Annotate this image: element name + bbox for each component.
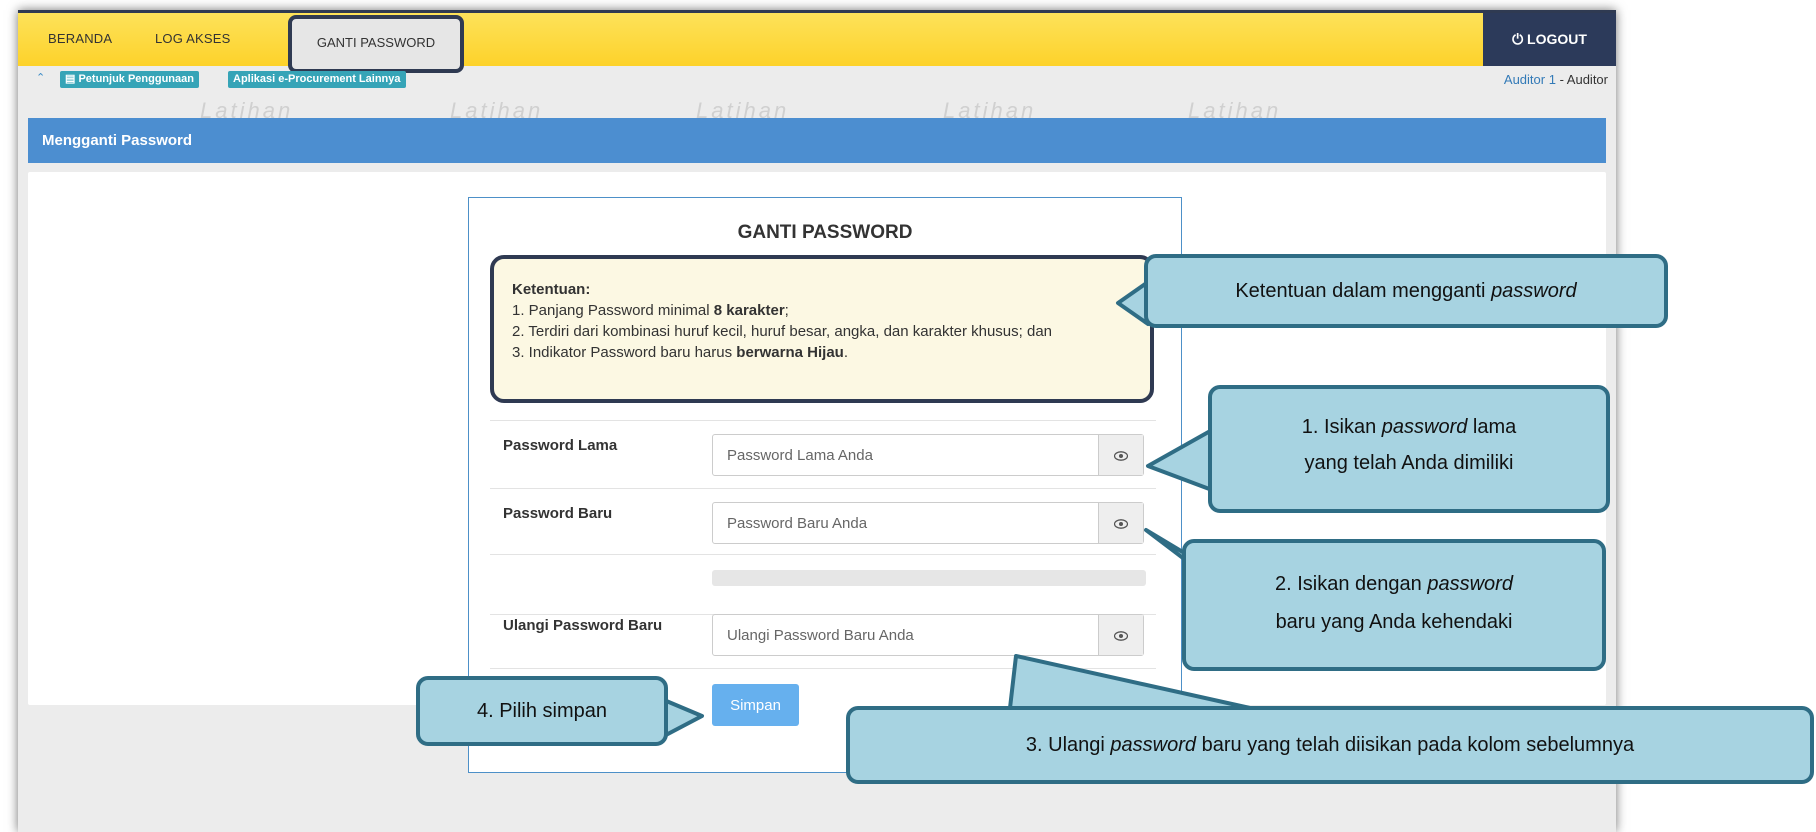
ulangi-password-input[interactable] bbox=[713, 615, 1131, 655]
card-title: GANTI PASSWORD bbox=[737, 222, 913, 243]
callout-pilih-simpan: 4. Pilih simpan bbox=[416, 676, 668, 746]
ketentuan-item-3: 3. Indikator Password baru harus berwarn… bbox=[512, 342, 1132, 363]
user-name-link[interactable]: Auditor 1 bbox=[1504, 72, 1556, 87]
ketentuan-title-text: Ketentuan: bbox=[512, 281, 591, 298]
logout-label: LOGOUT bbox=[1527, 31, 1587, 47]
callout-ketentuan: Ketentuan dalam mengganti password bbox=[1144, 254, 1668, 328]
ketentuan-item-3-bold: berwarna Hijau bbox=[736, 344, 844, 361]
divider bbox=[490, 668, 1156, 669]
callout-3-italic: password bbox=[1110, 734, 1197, 756]
chevron-up-icon[interactable]: ⌃ bbox=[36, 71, 45, 84]
user-separator: - bbox=[1555, 72, 1567, 87]
divider bbox=[490, 554, 1156, 555]
user-info: Auditor 1 - Auditor bbox=[1504, 72, 1608, 87]
callout-1-line2: yang telah Anda dimiliki bbox=[1304, 452, 1514, 474]
nav-log-akses[interactable]: LOG AKSES bbox=[155, 31, 231, 46]
callout-3-text-a: 3. Ulangi bbox=[1025, 734, 1111, 756]
nav-beranda[interactable]: BERANDA bbox=[48, 31, 112, 46]
ketentuan-notice: Ketentuan: 1. Panjang Password minimal 8… bbox=[490, 255, 1154, 403]
callout-2-italic: password bbox=[1427, 573, 1513, 595]
callout-2-line1: 2. Isikan dengan password bbox=[1186, 565, 1602, 603]
callout-password-lama: 1. Isikan password lama yang telah Anda … bbox=[1208, 385, 1610, 513]
callout-ketentuan-text: Ketentuan dalam mengganti bbox=[1235, 280, 1492, 302]
ulangi-password-label: Ulangi Password Baru bbox=[503, 617, 663, 634]
ketentuan-item-1: 1. Panjang Password minimal 8 karakter; bbox=[512, 300, 1132, 321]
nav-ganti-password[interactable]: GANTI PASSWORD bbox=[288, 15, 464, 73]
callout-2-text-a: 2. Isikan dengan bbox=[1275, 573, 1428, 595]
password-baru-field bbox=[712, 502, 1144, 544]
callout-1-text-a: 1. Isikan bbox=[1301, 416, 1382, 438]
password-strength-indicator bbox=[712, 570, 1146, 586]
callout-1-line1: 1. Isikan password lama bbox=[1212, 409, 1606, 445]
sub-toolbar: ⌃ ▤ Petunjuk Penggunaan Aplikasi e-Procu… bbox=[18, 66, 1616, 90]
book-icon: ▤ bbox=[65, 73, 76, 85]
password-baru-label: Password Baru bbox=[503, 505, 613, 522]
show-password-lama-eye-icon[interactable] bbox=[1098, 435, 1143, 475]
callout-2-line2: baru yang Anda kehendaki bbox=[1275, 611, 1513, 633]
power-icon: ⏻ bbox=[1512, 31, 1524, 47]
divider bbox=[490, 420, 1156, 421]
callout-password-baru: 2. Isikan dengan password baru yang Anda… bbox=[1182, 539, 1606, 671]
ketentuan-item-2: 2. Terdiri dari kombinasi huruf kecil, h… bbox=[512, 323, 1053, 340]
password-baru-input[interactable] bbox=[713, 503, 1131, 543]
ulangi-password-field bbox=[712, 614, 1144, 656]
password-lama-label: Password Lama bbox=[503, 437, 618, 454]
callout-ulangi-password: 3. Ulangi password baru yang telah diisi… bbox=[846, 706, 1814, 784]
callout-ketentuan-italic: password bbox=[1491, 280, 1577, 302]
callout-1-italic: password bbox=[1381, 416, 1468, 438]
show-password-baru-eye-icon[interactable] bbox=[1098, 503, 1143, 543]
ketentuan-item-1-text: 1. Panjang Password minimal bbox=[512, 302, 714, 319]
show-ulangi-password-eye-icon[interactable] bbox=[1098, 615, 1143, 655]
nav-ganti-password-label: GANTI PASSWORD bbox=[316, 35, 436, 50]
password-lama-field bbox=[712, 434, 1144, 476]
logout-button[interactable]: ⏻ LOGOUT bbox=[1483, 13, 1616, 66]
ketentuan-item-1-end: ; bbox=[784, 302, 789, 319]
ketentuan-item-3-end: . bbox=[843, 344, 849, 361]
callout-1-text-b: lama bbox=[1467, 416, 1517, 438]
callout-3-text-b: baru yang telah diisikan pada kolom sebe… bbox=[1196, 734, 1635, 756]
ketentuan-title: Ketentuan: bbox=[512, 279, 1132, 300]
top-navbar: BERANDA LOG AKSES GANTI PASSWORD ⏻ LOGOU… bbox=[18, 10, 1616, 73]
divider bbox=[490, 488, 1156, 489]
password-lama-input[interactable] bbox=[713, 435, 1131, 475]
petunjuk-label: Petunjuk Penggunaan bbox=[78, 73, 194, 85]
aplikasi-lainnya-link[interactable]: Aplikasi e-Procurement Lainnya bbox=[228, 71, 406, 88]
ketentuan-item-3-text: 3. Indikator Password baru harus bbox=[512, 344, 737, 361]
ketentuan-item-1-bold: 8 karakter bbox=[713, 302, 785, 319]
petunjuk-penggunaan-link[interactable]: ▤ Petunjuk Penggunaan bbox=[60, 71, 199, 88]
user-role: Auditor bbox=[1566, 72, 1608, 87]
simpan-button[interactable]: Simpan bbox=[712, 684, 799, 726]
page-header: Mengganti Password bbox=[28, 118, 1606, 163]
